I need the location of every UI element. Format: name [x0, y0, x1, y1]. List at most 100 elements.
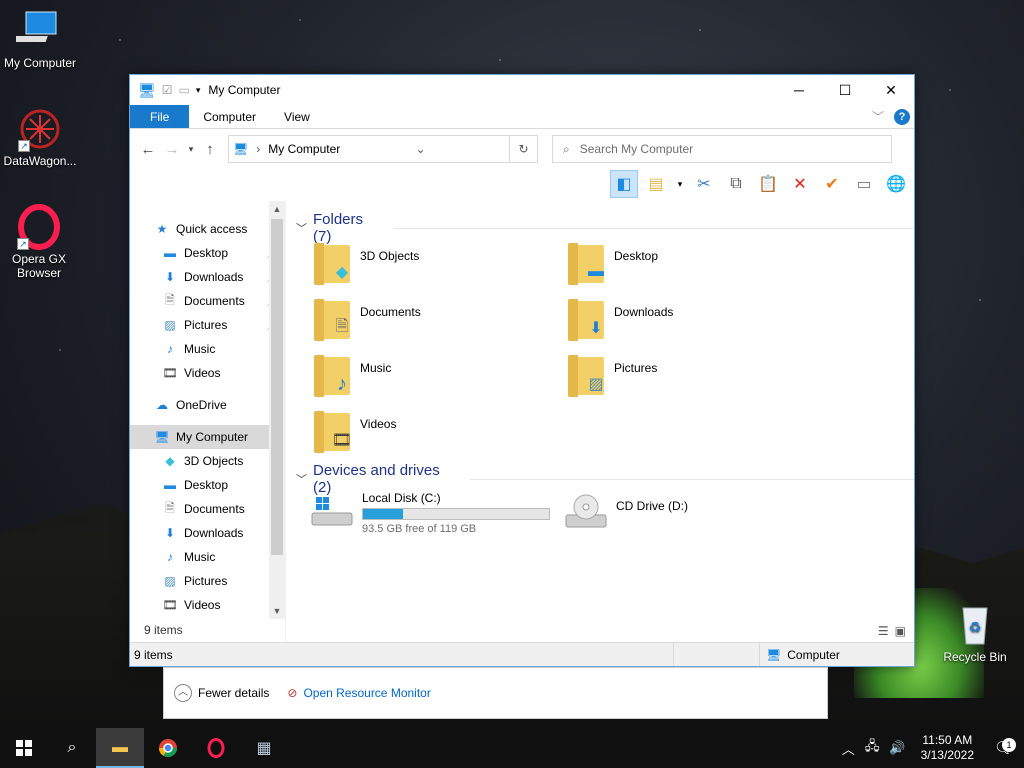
help-icon[interactable]: ?: [894, 108, 910, 125]
fewer-details-label: Fewer details: [198, 686, 270, 700]
forward-arrow-icon[interactable]: →: [160, 141, 184, 158]
up-arrow-icon[interactable]: ↑: [198, 141, 222, 158]
close-button[interactable]: ✕: [868, 75, 914, 105]
details-view-icon[interactable]: ☰: [878, 624, 889, 638]
film-icon: 🎞: [162, 598, 178, 612]
collapse-chevron-icon[interactable]: ﹀: [296, 220, 307, 236]
desktop-icon-my-computer[interactable]: My Computer: [0, 8, 80, 70]
search-input[interactable]: ⌕ Search My Computer: [552, 135, 892, 163]
taskbar-opera-gx[interactable]: [192, 728, 240, 768]
globe-icon[interactable]: 🌐: [882, 170, 910, 198]
properties-icon[interactable]: ☑: [162, 83, 173, 97]
computer-icon: 🖥: [154, 430, 170, 444]
sidebar-item-desktop[interactable]: ▬ Desktop 📌: [130, 241, 285, 265]
address-bar[interactable]: 🖥 › My Computer ⌄ ↻: [228, 135, 538, 163]
show-hidden-icons-chevron-icon[interactable]: ︿: [837, 739, 860, 758]
new-folder-icon[interactable]: ▤: [642, 170, 670, 198]
tab-view[interactable]: View: [270, 105, 324, 128]
sidebar-item-quick-access[interactable]: ★ Quick access: [130, 217, 285, 241]
sidebar-item-music[interactable]: ♪ Music: [130, 545, 285, 569]
sidebar-item-pictures[interactable]: ▨ Pictures: [130, 569, 285, 593]
folder-3d-objects[interactable]: ◆ 3D Objects: [314, 241, 554, 285]
volume-icon[interactable]: 🔊: [884, 740, 910, 756]
properties-icon[interactable]: ▭: [850, 170, 878, 198]
desktop-icon-opera-gx[interactable]: ↗ Opera GX Browser: [0, 204, 78, 280]
tab-file[interactable]: File: [130, 105, 190, 128]
start-button[interactable]: [0, 728, 48, 768]
folder-desktop[interactable]: ▬ Desktop: [568, 241, 808, 285]
new-dropdown-icon[interactable]: ▾: [674, 170, 686, 198]
desktop-icon-recycle-bin[interactable]: ♻ Recycle Bin: [935, 602, 1015, 664]
minimize-button[interactable]: ─: [776, 75, 822, 105]
rename-check-icon[interactable]: ✔: [818, 170, 846, 198]
sidebar-item-videos[interactable]: 🎞 Videos: [130, 361, 285, 385]
folders-group-header[interactable]: ﹀ Folders (7): [296, 211, 914, 245]
sidebar-item-downloads[interactable]: ⬇ Downloads 📌: [130, 265, 285, 289]
collapse-chevron-icon[interactable]: ﹀: [296, 471, 307, 487]
clock[interactable]: 11:50 AM 3/13/2022: [911, 733, 984, 763]
desktop-icon-datawagon[interactable]: ↗ DataWagon...: [0, 106, 80, 168]
preview-pane-icon[interactable]: ◧: [610, 170, 638, 198]
open-resource-monitor-link[interactable]: ⊘ Open Resource Monitor: [287, 686, 430, 700]
chrome-icon: [159, 739, 177, 758]
folder-icon: ▨: [568, 353, 608, 397]
address-dropdown-icon[interactable]: ⌄: [416, 142, 426, 156]
sidebar-item-documents[interactable]: 🗎 Documents 📌: [130, 289, 285, 313]
drive-c[interactable]: Local Disk (C:) 93.5 GB free of 119 GB: [310, 491, 550, 535]
title-bar[interactable]: 🖥 ☑ ▭ ▾ My Computer ─ ☐ ✕: [130, 75, 914, 105]
folder-label: Pictures: [614, 361, 658, 375]
folder-pictures[interactable]: ▨ Pictures: [568, 353, 808, 397]
folder-documents[interactable]: 🗎 Documents: [314, 297, 554, 341]
sidebar-item-my-computer[interactable]: 🖥 My Computer: [130, 425, 285, 449]
taskbar-file-explorer[interactable]: ▬: [96, 728, 144, 768]
sidebar-item-pictures[interactable]: ▨ Pictures 📌: [130, 313, 285, 337]
sidebar-item-documents[interactable]: 🗎 Documents: [130, 497, 285, 521]
paste-icon[interactable]: 📋: [754, 170, 782, 198]
maximize-button[interactable]: ☐: [822, 75, 868, 105]
opera-gx-icon: [207, 738, 225, 758]
breadcrumb-my-computer[interactable]: My Computer: [268, 142, 340, 156]
sidebar-item-label: Documents: [184, 502, 245, 516]
document-icon: 🗎: [335, 317, 349, 335]
action-center-button[interactable]: 🗨 1: [984, 738, 1024, 758]
folder-downloads[interactable]: ⬇ Downloads: [568, 297, 808, 341]
scroll-down-icon[interactable]: ▼: [269, 603, 285, 619]
new-folder-icon[interactable]: ▭: [179, 83, 190, 97]
sidebar-item-videos[interactable]: 🎞 Videos: [130, 593, 285, 617]
content-pane: ﹀ Folders (7) ◆ 3D Objects ▬ Desktop 🗎 D…: [286, 201, 914, 642]
folder-videos[interactable]: 🎞 Videos: [314, 409, 554, 453]
drive-d[interactable]: CD Drive (D:): [564, 491, 688, 531]
scroll-up-icon[interactable]: ▲: [269, 201, 285, 217]
recent-locations-chevron-icon[interactable]: ▾: [184, 144, 198, 155]
delete-icon[interactable]: ✕: [786, 170, 814, 198]
taskbar-task-manager[interactable]: ▦: [240, 728, 288, 768]
chevron-up-icon: ︿: [174, 684, 192, 702]
search-icon[interactable]: ⌕: [48, 728, 96, 768]
copy-icon[interactable]: ⧉: [722, 170, 750, 198]
tab-computer[interactable]: Computer: [189, 105, 270, 128]
customize-dropdown-icon[interactable]: ▾: [196, 85, 201, 96]
back-arrow-icon[interactable]: ←: [136, 141, 160, 158]
cut-icon[interactable]: ✂: [690, 170, 718, 198]
folder-label: Documents: [360, 305, 421, 319]
view-toggles: ☰ ▣: [878, 624, 906, 638]
sidebar-item-music[interactable]: ♪ Music: [130, 337, 285, 361]
nav-scrollbar[interactable]: ▲ ▼: [269, 201, 285, 619]
refresh-icon[interactable]: ↻: [508, 136, 537, 162]
sidebar-item-label: Music: [184, 342, 216, 356]
drive-usage-bar: [362, 508, 550, 520]
sidebar-item-label: Pictures: [184, 574, 228, 588]
sidebar-item-3d-objects[interactable]: ◆ 3D Objects: [130, 449, 285, 473]
fewer-details-button[interactable]: ︿ Fewer details: [174, 684, 269, 702]
taskbar-chrome[interactable]: [144, 728, 192, 768]
network-icon[interactable]: 🖧: [860, 737, 885, 759]
sidebar-item-desktop[interactable]: ▬ Desktop: [130, 473, 285, 497]
sidebar-item-downloads[interactable]: ⬇ Downloads: [130, 521, 285, 545]
expand-ribbon-chevron-icon[interactable]: ﹀: [872, 108, 884, 125]
sidebar-item-label: Quick access: [176, 222, 248, 236]
sidebar-item-onedrive[interactable]: ☁ OneDrive: [130, 393, 285, 417]
breadcrumb-separator-icon[interactable]: ›: [256, 142, 260, 156]
scrollbar-thumb[interactable]: [271, 219, 283, 555]
folder-music[interactable]: ♪ Music: [314, 353, 554, 397]
large-icons-view-icon[interactable]: ▣: [895, 624, 906, 638]
